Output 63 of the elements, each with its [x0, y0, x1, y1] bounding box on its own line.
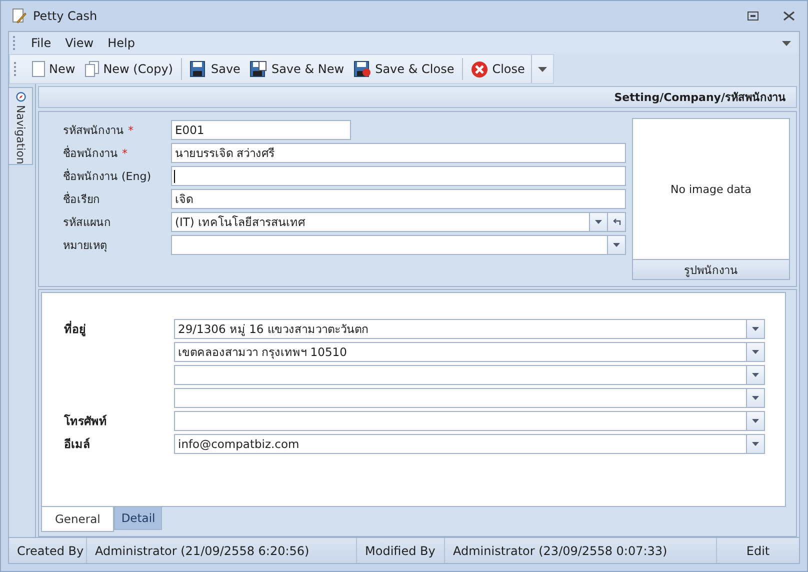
menu-item[interactable]: Help: [102, 34, 141, 52]
dropdown-arrow-icon[interactable]: [782, 40, 791, 46]
image-placeholder[interactable]: No image data: [632, 118, 790, 260]
status-label: Created By: [9, 538, 87, 563]
dropdown-field[interactable]: (IT) เทคโนโลยีสารสนเทศ: [171, 212, 626, 232]
toolbar-button[interactable]: Save & New: [246, 59, 348, 79]
pencil-page-icon: [11, 8, 27, 24]
status-label: Modified By: [357, 538, 445, 563]
field-label: ชื่อพนักงาน (Eng): [63, 168, 151, 185]
dropdown-field[interactable]: [171, 235, 626, 255]
toolbar-button[interactable]: Close: [467, 58, 529, 80]
dropdown-field[interactable]: [174, 411, 765, 431]
dropdown-arrow-icon[interactable]: [595, 220, 602, 224]
required-marker: *: [122, 146, 128, 160]
copy-icon: [85, 61, 100, 77]
status-text: Administrator (23/09/2558 0:07:33): [445, 538, 717, 563]
dropdown-field[interactable]: 29/1306 หมู่ 16 แขวงสามวาตะวันตก: [174, 319, 765, 339]
field-label: ชื่อพนักงาน: [63, 144, 118, 162]
dropdown-field[interactable]: info@compatbiz.com: [174, 434, 765, 454]
close-icon[interactable]: [783, 11, 795, 21]
dropdown-arrow-icon[interactable]: [752, 373, 759, 377]
menu-item[interactable]: File: [25, 34, 58, 52]
undo-arrow-icon[interactable]: [612, 218, 621, 226]
toolbar-button[interactable]: New: [28, 59, 80, 79]
dropdown-arrow-icon[interactable]: [752, 327, 759, 331]
dropdown-arrow-icon[interactable]: [752, 350, 759, 354]
dropdown-field[interactable]: [174, 365, 765, 385]
floppy-disk-page-icon: [250, 61, 268, 77]
field-label: รหัสพนักงาน: [63, 123, 124, 139]
tab[interactable]: General: [41, 507, 114, 532]
dropdown-arrow-icon[interactable]: [752, 419, 759, 423]
toolbar-button[interactable]: Save & Close: [350, 59, 458, 79]
toolbar-button[interactable]: Save: [186, 59, 244, 79]
field-label: โทรศัพท์: [64, 414, 107, 428]
floppy-disk-x-icon: [354, 61, 372, 77]
input-field[interactable]: [171, 166, 626, 186]
close-icon: [471, 60, 488, 78]
breadcrumb: Setting/Company/รหัสพนักงาน: [614, 90, 786, 106]
image-caption: รูปพนักงาน: [684, 262, 738, 278]
dropdown-field[interactable]: [174, 388, 765, 408]
input-field[interactable]: นายบรรเจิด สว่างศรี: [171, 143, 626, 163]
field-label: ที่อยู่: [64, 322, 86, 336]
page-icon: [32, 61, 45, 77]
tab[interactable]: Detail: [114, 507, 162, 530]
toolbar-button[interactable]: New (Copy): [81, 59, 177, 79]
navigation-tab[interactable]: Navigation: [9, 87, 33, 165]
menu-item[interactable]: View: [59, 34, 100, 52]
field-label: ชื่อเรียก: [63, 190, 100, 208]
status-mode: Edit: [745, 542, 771, 560]
required-marker: *: [128, 124, 134, 136]
dropdown-arrow-icon[interactable]: [752, 396, 759, 400]
field-label: หมายเหตุ: [63, 238, 107, 254]
dropdown-arrow-icon[interactable]: [613, 243, 620, 247]
dropdown-arrow-icon[interactable]: [752, 442, 759, 446]
input-field[interactable]: เจิด: [171, 189, 626, 209]
dropdown-arrow-icon[interactable]: [538, 66, 547, 72]
window-title: Petty Cash: [33, 9, 98, 23]
field-label: อีเมล์: [64, 437, 90, 451]
field-label: รหัสแผนก: [63, 215, 111, 231]
status-text: Administrator (21/09/2558 6:20:56): [87, 538, 357, 563]
input-field[interactable]: E001: [171, 120, 351, 140]
dropdown-field[interactable]: เขตคลองสามวา กรุงเทพฯ 10510: [174, 342, 765, 362]
restore-icon[interactable]: [747, 11, 759, 21]
